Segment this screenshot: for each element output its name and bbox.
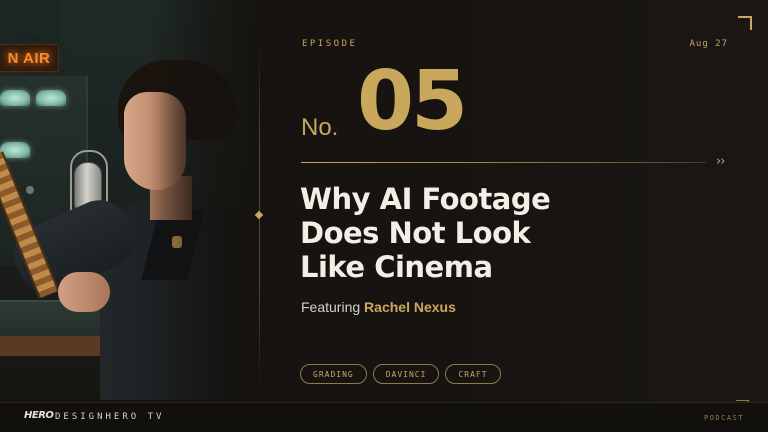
meter-dial: [0, 90, 30, 106]
episode-number: 05: [357, 54, 468, 149]
host-photo: N AIR: [0, 0, 268, 400]
episode-title-line: Why AI Footage: [300, 182, 551, 216]
meter-dial: [36, 90, 66, 106]
guest-name: Rachel Nexus: [364, 299, 456, 315]
tag-grading[interactable]: GRADING: [300, 364, 367, 384]
brand-logo: HERO: [24, 410, 54, 421]
tag-davinci[interactable]: DAVINCI: [372, 364, 440, 384]
horizontal-rule: [301, 162, 706, 163]
brand-name: DESIGNHERO TV: [55, 412, 165, 422]
episode-title-line: Like Cinema: [300, 250, 493, 284]
category-label: PODCAST: [703, 414, 744, 422]
episode-date: Aug 27: [689, 39, 728, 49]
double-chevron-right-icon: ››: [716, 154, 725, 169]
episode-cover: N AIR EPISODE Aug 27 No. 05 ›› Why AI Fo…: [0, 0, 768, 432]
equipment-knob: [26, 186, 34, 194]
episode-title-line: Does Not Look: [300, 216, 531, 250]
footer-bar: HERO DESIGNHERO TV PODCAST: [0, 402, 768, 432]
on-air-sign: N AIR: [0, 44, 59, 72]
host-hand: [58, 272, 110, 312]
tag-list: GRADING DAVINCI CRAFT: [300, 364, 501, 384]
photo-fade: [150, 0, 268, 400]
featuring-label: Featuring: [301, 299, 361, 315]
episode-title: Why AI Footage Does Not Look Like Cinema: [300, 182, 660, 284]
episode-label: EPISODE: [302, 39, 358, 49]
episode-number-prefix: No.: [301, 114, 339, 141]
corner-mark-icon: [738, 16, 752, 30]
tag-craft[interactable]: CRAFT: [445, 364, 501, 384]
featuring-line: Featuring Rachel Nexus: [301, 299, 456, 315]
on-air-sign-text: N AIR: [7, 49, 51, 67]
